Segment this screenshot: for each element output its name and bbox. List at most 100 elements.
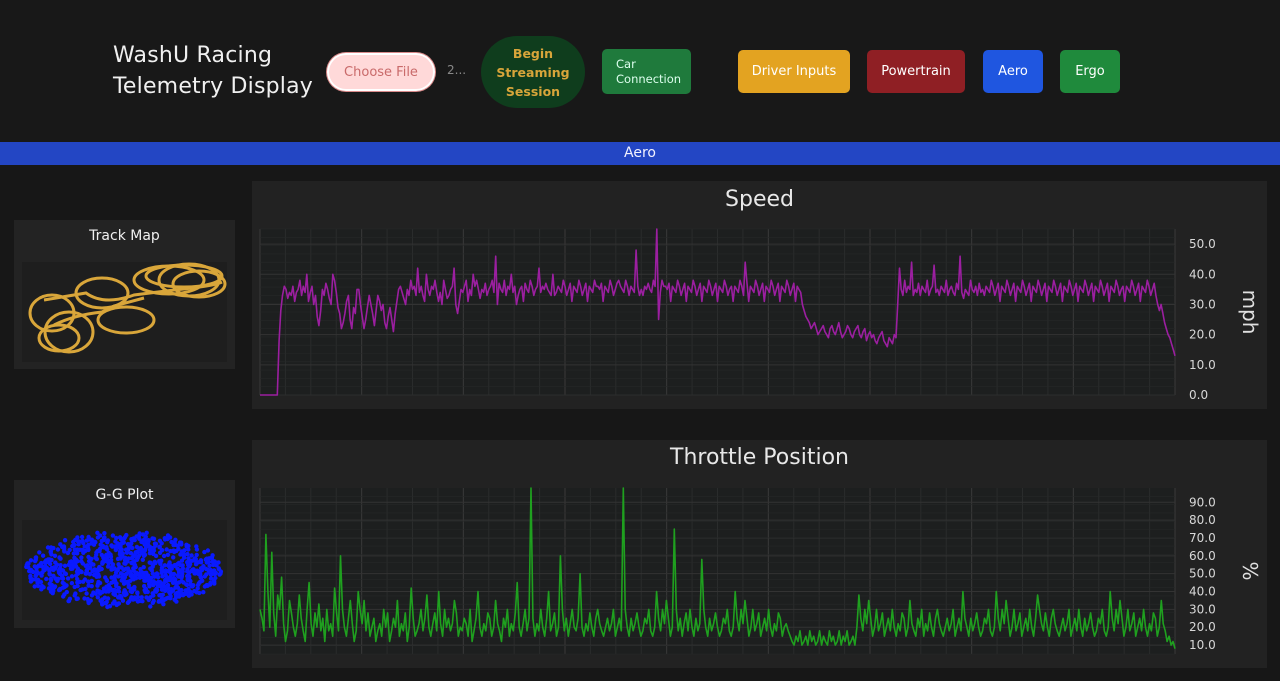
y-tick-label: 60.0	[1189, 549, 1216, 563]
gg-point	[35, 577, 41, 582]
gg-point	[120, 598, 126, 603]
speed-chart: 0.0 10.0 20.0 30.0 40.0 50.0 mph	[259, 228, 1262, 402]
gg-point	[150, 536, 155, 541]
gg-point	[46, 586, 52, 591]
gg-point	[102, 531, 107, 536]
gg-point	[204, 560, 209, 565]
gg-point	[162, 536, 167, 541]
gg-point	[79, 569, 84, 575]
gg-plot-panel: G-G Plot	[14, 480, 235, 628]
gg-point	[84, 591, 89, 596]
gg-point	[202, 549, 207, 555]
gg-point	[143, 547, 148, 552]
y-tick-label: 20.0	[1189, 328, 1216, 342]
gg-point	[157, 550, 163, 555]
gg-point	[113, 544, 118, 549]
gg-point	[105, 596, 111, 601]
gg-point	[93, 555, 98, 560]
gg-point	[161, 597, 166, 603]
nav-driver-inputs-button[interactable]: Driver Inputs	[738, 50, 850, 93]
y-axis-label: %	[1238, 561, 1262, 580]
gg-point	[105, 540, 110, 545]
gg-point	[39, 587, 44, 592]
gg-point	[97, 564, 102, 570]
gg-point	[153, 541, 159, 547]
gg-point	[198, 560, 204, 565]
gg-point	[42, 559, 48, 565]
gg-point	[79, 559, 84, 564]
y-tick-label: 50.0	[1189, 567, 1216, 581]
gg-point	[108, 554, 114, 559]
gg-point	[169, 566, 174, 571]
gg-point	[161, 553, 167, 559]
gg-point	[39, 564, 45, 569]
gg-point	[146, 578, 151, 583]
gg-point	[128, 573, 133, 578]
gg-point	[69, 581, 75, 586]
gg-point	[201, 590, 206, 595]
gg-point	[156, 599, 161, 604]
gg-point	[72, 542, 77, 548]
gg-point	[179, 558, 185, 563]
gg-point	[148, 604, 153, 609]
gg-point	[150, 564, 155, 569]
gg-point	[101, 535, 107, 541]
gg-point	[55, 547, 61, 552]
gg-point	[116, 601, 122, 606]
speed-chart-panel: Speed 0.0 10.0 20.0 30.0 40.0 50.0 mph	[252, 181, 1267, 409]
gg-point	[146, 538, 151, 543]
choose-file-button[interactable]: Choose File	[329, 55, 433, 89]
gg-point	[180, 563, 185, 568]
gg-point	[48, 545, 54, 550]
gg-point	[29, 576, 34, 582]
gg-point	[82, 596, 87, 601]
nav-aero-button[interactable]: Aero	[983, 50, 1043, 93]
gg-point	[86, 547, 91, 553]
gg-point	[62, 563, 68, 568]
gg-point	[75, 583, 80, 589]
nav-ergo-button[interactable]: Ergo	[1060, 50, 1120, 93]
gg-point	[106, 550, 112, 556]
gg-point	[148, 595, 153, 600]
gg-point	[116, 589, 122, 594]
gg-point	[89, 562, 95, 567]
gg-point	[122, 534, 128, 540]
gg-point	[205, 583, 210, 588]
gg-point	[212, 572, 218, 577]
gg-point	[158, 561, 163, 566]
y-tick-label: 0.0	[1189, 388, 1208, 402]
y-tick-label: 80.0	[1189, 513, 1216, 527]
gg-point	[126, 547, 131, 552]
gg-point	[194, 547, 200, 552]
begin-streaming-session-button[interactable]: Begin Streaming Session	[481, 36, 585, 108]
gg-point	[171, 571, 177, 577]
gg-point	[176, 574, 181, 579]
gg-point	[121, 540, 127, 545]
gg-point	[134, 544, 140, 550]
gg-point	[74, 551, 79, 556]
gg-point	[62, 548, 67, 553]
gg-point	[178, 552, 183, 557]
y-tick-label: 20.0	[1189, 620, 1216, 634]
section-banner: Aero	[0, 142, 1280, 165]
gg-point	[92, 567, 97, 573]
gg-point	[97, 546, 103, 552]
gg-point	[195, 582, 201, 588]
y-tick-label: 90.0	[1189, 495, 1216, 509]
gg-point	[106, 583, 112, 588]
gg-point	[131, 577, 136, 582]
gg-point	[109, 543, 114, 548]
gg-point	[140, 532, 146, 537]
gg-point	[141, 570, 146, 576]
gg-point	[184, 582, 190, 588]
gg-point	[112, 599, 117, 604]
gg-point	[57, 586, 63, 592]
car-connection-button[interactable]: Car Connection	[602, 49, 691, 94]
gg-plot	[22, 520, 227, 620]
gg-point	[128, 551, 134, 556]
gg-point	[208, 568, 213, 573]
nav-powertrain-button[interactable]: Powertrain	[867, 50, 965, 93]
gg-point	[147, 551, 153, 556]
gg-point	[120, 575, 125, 580]
gg-point	[25, 561, 30, 566]
